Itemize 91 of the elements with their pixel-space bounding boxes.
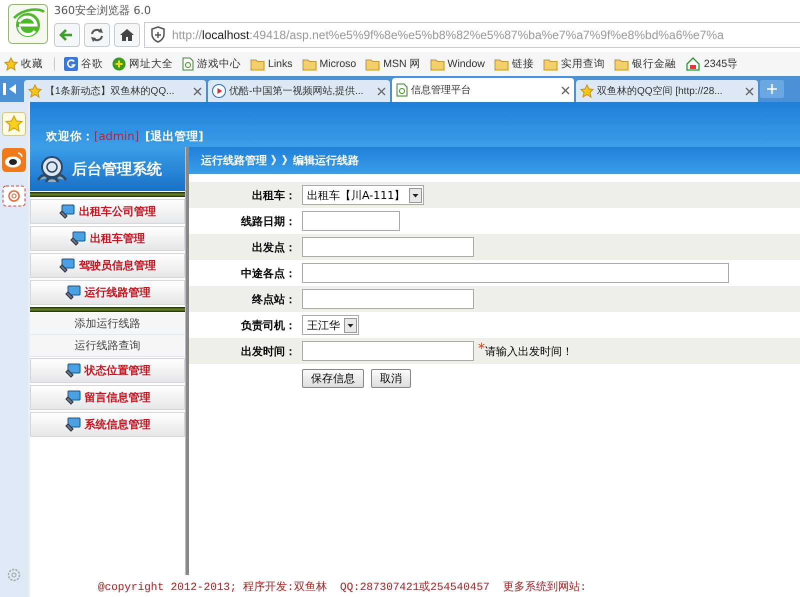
copyright-text: @copyright 2012-2013; 程序开发:双鱼林 QQ:287307421或254540457 更多系统到网站:: [98, 580, 586, 594]
pen-monitor-icon: [64, 390, 80, 405]
g-letter-icon: [64, 57, 78, 71]
submenu-link[interactable]: 运行线路查询: [30, 335, 185, 357]
field-label: 终点站：: [250, 292, 296, 306]
folder-icon: [614, 58, 629, 70]
house-icon: [684, 57, 701, 71]
url-text: http://localhost:49418/asp.net%e5%9f%8e%e5%b8%82%e5%87%ba%e7%a7%9f%e8%bd%a6%e7%a: [172, 28, 724, 42]
field-label: 出发时间：: [240, 344, 296, 358]
pen-monitor-icon: [59, 258, 75, 273]
window-title: 360安全浏览器 6.0: [54, 4, 152, 19]
star-icon: [4, 57, 18, 71]
menu-item[interactable]: 系统信息管理: [30, 412, 185, 437]
field-label: 线路日期：: [240, 214, 296, 228]
bookmark-item[interactable]: 实用查询: [542, 57, 605, 71]
menu-item[interactable]: 运行线路管理: [30, 280, 185, 305]
bookmark-item[interactable]: Microso: [302, 58, 356, 70]
pen-monitor-icon: [59, 204, 75, 219]
folder-icon: [250, 58, 265, 70]
field-label: 负责司机：: [240, 318, 296, 332]
eye-logo-icon[interactable]: [2, 148, 26, 172]
bookmark-item[interactable]: 2345导: [684, 57, 738, 71]
play-icon: [212, 84, 226, 98]
caret-icon: [344, 318, 357, 332]
menu-item[interactable]: 驾驶员信息管理: [30, 253, 185, 278]
text-input-field[interactable]: [302, 289, 474, 309]
bookmark-item[interactable]: 银行金融: [614, 57, 676, 71]
submenu-link[interactable]: 添加运行线路: [30, 313, 185, 335]
tab-title: 双鱼林的QQ空间 [http://28...: [597, 84, 724, 98]
dropdown[interactable]: 出租车【川A-111】: [302, 185, 424, 205]
pen-monitor-icon: [64, 285, 80, 300]
pen-monitor-icon: [64, 417, 80, 432]
bookmark-item[interactable]: Links: [250, 58, 293, 70]
welcome-text: 欢迎你：: [46, 129, 94, 143]
tab-title: 优酷-中国第一视频网站,提供...: [229, 84, 364, 98]
text-input-field[interactable]: [302, 237, 474, 257]
bookmark-item[interactable]: MSN 网: [365, 57, 421, 71]
username-text: [admin]: [94, 129, 140, 143]
folder-icon: [430, 58, 445, 70]
page-icon: [396, 83, 408, 97]
field-label: 中途各点：: [240, 266, 296, 280]
browser-tab[interactable]: 信息管理平台: [392, 78, 574, 102]
dropdown[interactable]: 王江华: [302, 315, 359, 335]
menu-item[interactable]: 状态位置管理: [30, 358, 185, 383]
menu-item[interactable]: 留言信息管理: [30, 385, 185, 410]
bookmark-item[interactable]: 游戏中心: [182, 57, 241, 71]
bookmark-item[interactable]: 收藏: [4, 57, 55, 71]
address-bar[interactable]: http://localhost:49418/asp.net%e5%9f%8e%e5%b8%82%e5%87%ba%e7%a7%9f%e8%bd%a6%e7%a: [144, 22, 800, 48]
hint-text: 请输入出发时间！: [485, 344, 573, 358]
refresh-icon[interactable]: [84, 23, 110, 47]
text-input-field[interactable]: [302, 341, 474, 361]
close-icon[interactable]: [745, 86, 754, 96]
browser-tab[interactable]: 优酷-中国第一视频网站,提供...: [208, 80, 390, 102]
bookmark-item[interactable]: 链接: [494, 57, 534, 71]
caret-icon: [409, 188, 422, 202]
star-icon: [28, 84, 42, 98]
tab-title: 信息管理平台: [411, 84, 472, 97]
folder-icon: [542, 58, 558, 70]
page-icon: [182, 57, 194, 71]
settings-icon[interactable]: [6, 567, 22, 583]
text-input-field[interactable]: [302, 263, 729, 283]
plus-circle-icon: [112, 57, 126, 71]
required-asterisk: *: [478, 341, 485, 357]
pen-monitor-icon: [64, 363, 80, 378]
field-label: 出发点：: [251, 240, 296, 254]
browser-tab[interactable]: 双鱼林的QQ空间 [http://28...: [576, 80, 758, 102]
menu-item[interactable]: 出租车公司管理: [30, 199, 185, 224]
star-icon: [580, 84, 594, 98]
form-button[interactable]: 取消: [371, 368, 411, 388]
menu-item[interactable]: 出租车管理: [30, 226, 185, 251]
browser-logo-icon: [8, 4, 48, 44]
home-icon[interactable]: [114, 23, 140, 47]
form-button[interactable]: 保存信息: [302, 368, 364, 388]
browser-tab[interactable]: 【1条新动态】双鱼林的QQ...: [24, 80, 206, 102]
text-input-field[interactable]: [302, 211, 400, 231]
bookmark-item[interactable]: Window: [430, 58, 485, 70]
close-icon[interactable]: [561, 86, 570, 94]
close-icon[interactable]: [377, 86, 386, 96]
close-icon[interactable]: [193, 86, 202, 96]
bookmark-item[interactable]: 网址大全: [112, 57, 173, 71]
new-tab-plus-icon[interactable]: [760, 80, 784, 98]
folder-icon: [365, 58, 380, 70]
bookmark-item[interactable]: 谷歌: [64, 57, 103, 71]
sidebar-title: 后台管理系统: [72, 160, 162, 178]
field-label: 出租车：: [251, 188, 296, 202]
back-button-icon[interactable]: [54, 23, 80, 47]
breadcrumb-bar: 运行线路管理 》》编辑运行线路: [189, 147, 800, 174]
folder-icon: [302, 58, 317, 70]
tab-title: 【1条新动态】双鱼林的QQ...: [45, 84, 176, 98]
pen-monitor-icon: [70, 231, 86, 246]
folder-icon: [494, 58, 509, 70]
